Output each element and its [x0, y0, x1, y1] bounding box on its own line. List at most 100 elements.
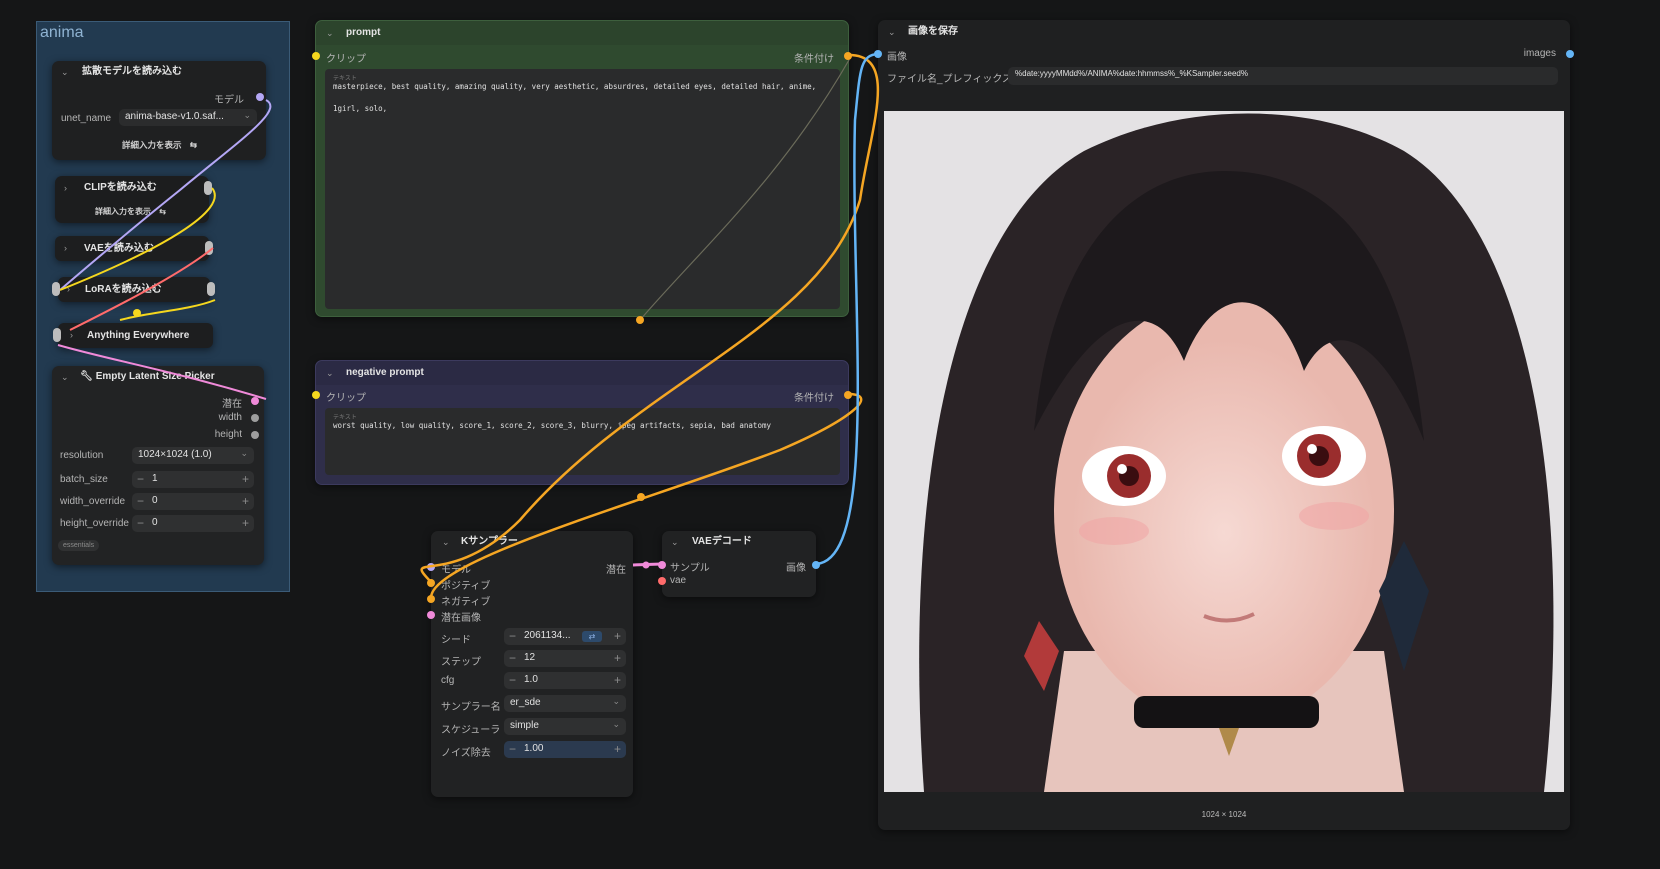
- node-header[interactable]: › VAEを読み込む: [55, 236, 209, 261]
- input-label-vae: vae: [670, 575, 687, 586]
- node-header[interactable]: ⌄ negative prompt: [316, 361, 848, 385]
- input-socket-model[interactable]: [427, 563, 435, 571]
- input-label-positive: ポジティブ: [441, 581, 491, 592]
- chevron-down-icon[interactable]: ⌄: [888, 20, 896, 44]
- resolution-select[interactable]: 1024×1024 (1.0) ⌄: [132, 447, 254, 464]
- chevron-down-icon[interactable]: ⌄: [442, 531, 450, 553]
- decrement-icon[interactable]: −: [509, 629, 516, 643]
- group-title: anima: [40, 24, 84, 41]
- shuffle-icon[interactable]: ⇄: [582, 631, 602, 642]
- input-socket-negative[interactable]: [427, 595, 435, 603]
- increment-icon[interactable]: +: [614, 651, 621, 665]
- seed-value: 2061134...: [524, 630, 571, 641]
- batch-size-stepper[interactable]: − 1 +: [132, 471, 254, 488]
- decrement-icon[interactable]: −: [509, 673, 516, 687]
- input-label-image: 画像: [887, 52, 907, 63]
- chevron-down-icon[interactable]: ⌄: [326, 21, 334, 45]
- wrench-icon: 🔧︎: [80, 371, 93, 382]
- chevron-right-icon[interactable]: ›: [67, 277, 70, 302]
- input-socket-clip[interactable]: [312, 52, 320, 60]
- node-lora-loader[interactable]: › LoRAを読み込む: [58, 277, 210, 302]
- node-header[interactable]: › Anything Everywhere: [58, 323, 213, 348]
- input-socket-clip[interactable]: [312, 391, 320, 399]
- cfg-stepper[interactable]: − 1.0 +: [504, 672, 626, 689]
- output-socket-clip[interactable]: [204, 181, 212, 195]
- output-socket-vae[interactable]: [205, 241, 213, 255]
- output-socket-height[interactable]: [251, 431, 259, 439]
- node-ksampler[interactable]: ⌄ Kサンプラー モデル ポジティブ ネガティブ 潜在画像 潜在 シード − 2…: [427, 531, 633, 797]
- field-label-unet-name: unet_name: [61, 113, 112, 124]
- increment-icon[interactable]: +: [614, 742, 621, 756]
- input-socket-positive[interactable]: [427, 579, 435, 587]
- output-label-conditioning: 条件付け: [794, 54, 834, 65]
- chevron-right-icon[interactable]: ›: [70, 323, 73, 348]
- chevron-down-icon: ⌄: [240, 448, 248, 458]
- height-override-stepper[interactable]: − 0 +: [132, 515, 254, 532]
- increment-icon[interactable]: +: [614, 673, 621, 687]
- chevron-right-icon[interactable]: ›: [64, 176, 67, 200]
- input-socket-lora[interactable]: [52, 282, 60, 296]
- decrement-icon[interactable]: −: [509, 651, 516, 665]
- chevron-down-icon[interactable]: ⌄: [61, 366, 69, 388]
- node-vae-decode[interactable]: ⌄ VAEデコード サンプル vae 画像: [658, 531, 820, 597]
- chevron-right-icon[interactable]: ›: [64, 236, 67, 261]
- output-socket-latent[interactable]: [251, 397, 259, 405]
- chevron-down-icon[interactable]: ⌄: [326, 361, 334, 385]
- unet-name-select[interactable]: anima-base-v1.0.saf... ⌄: [119, 109, 257, 126]
- output-socket-images[interactable]: [1566, 50, 1574, 58]
- node-header[interactable]: › LoRAを読み込む: [58, 277, 210, 302]
- node-header[interactable]: ⌄ 画像を保存: [878, 20, 1570, 44]
- output-socket-conditioning[interactable]: [844, 52, 852, 60]
- scheduler-select[interactable]: simple ⌄: [504, 718, 626, 735]
- chevron-down-icon[interactable]: ⌄: [671, 531, 679, 553]
- node-clip-loader[interactable]: › CLIPを読み込む 詳細入力を表示 ⇆: [55, 176, 209, 223]
- denoise-slider[interactable]: − 1.00 +: [504, 741, 626, 758]
- prompt-textarea[interactable]: テキスト masterpiece, best quality, amazing …: [325, 69, 840, 309]
- increment-icon[interactable]: +: [242, 494, 249, 508]
- output-socket-width[interactable]: [251, 414, 259, 422]
- decrement-icon[interactable]: −: [509, 742, 516, 756]
- width-override-value: 0: [152, 495, 158, 506]
- field-label-denoise: ノイズ除去: [441, 748, 491, 759]
- chevron-down-icon[interactable]: ⌄: [61, 61, 69, 83]
- node-empty-latent-size-picker[interactable]: ⌄ 🔧︎ Empty Latent Size Picker 潜在 width he…: [52, 366, 264, 565]
- node-header[interactable]: › CLIPを読み込む: [55, 176, 209, 200]
- steps-stepper[interactable]: − 12 +: [504, 650, 626, 667]
- decrement-icon[interactable]: −: [137, 516, 144, 530]
- node-negative-prompt[interactable]: ⌄ negative prompt クリップ 条件付け テキスト worst q…: [312, 360, 852, 485]
- decrement-icon[interactable]: −: [137, 472, 144, 486]
- filename-prefix-input[interactable]: %date:yyyyMMdd%/ANIMA%date:hhmmss%_%KSam…: [1008, 67, 1558, 85]
- node-save-image[interactable]: ⌄ 画像を保存 画像 images ファイル名_プレフィックス %date:yy…: [874, 20, 1574, 830]
- negative-prompt-textarea[interactable]: テキスト worst quality, low quality, score_1…: [325, 408, 840, 475]
- input-socket-vae[interactable]: [658, 577, 666, 585]
- node-header[interactable]: ⌄ Kサンプラー: [431, 531, 633, 553]
- node-prompt[interactable]: ⌄ prompt クリップ 条件付け テキスト masterpiece, bes…: [312, 20, 852, 317]
- increment-icon[interactable]: +: [614, 629, 621, 643]
- node-header[interactable]: ⌄ 拡散モデルを読み込む: [52, 61, 266, 83]
- input-socket-samples[interactable]: [658, 561, 666, 569]
- node-header[interactable]: ⌄ prompt: [316, 21, 848, 45]
- output-socket-lora[interactable]: [207, 282, 215, 296]
- seed-stepper[interactable]: − 2061134... ⇄ +: [504, 628, 626, 645]
- generated-image[interactable]: [884, 111, 1564, 792]
- output-socket-conditioning[interactable]: [844, 391, 852, 399]
- width-override-stepper[interactable]: − 0 +: [132, 493, 254, 510]
- show-details-button[interactable]: 詳細入力を表示 ⇆: [122, 139, 197, 151]
- node-diffusion-model[interactable]: ⌄ 拡散モデルを読み込む モデル unet_name anima-base-v1…: [52, 61, 266, 160]
- increment-icon[interactable]: +: [242, 472, 249, 486]
- show-details-button[interactable]: 詳細入力を表示 ⇆: [95, 206, 166, 217]
- increment-icon[interactable]: +: [242, 516, 249, 530]
- node-header[interactable]: ⌄ VAEデコード: [662, 531, 816, 553]
- sampler-select[interactable]: er_sde ⌄: [504, 695, 626, 712]
- output-label-height: height: [214, 429, 242, 440]
- input-socket-latent-image[interactable]: [427, 611, 435, 619]
- input-socket-anything[interactable]: [53, 328, 61, 342]
- node-header[interactable]: ⌄ 🔧︎ Empty Latent Size Picker: [52, 366, 264, 388]
- input-socket-image[interactable]: [874, 50, 882, 58]
- output-socket-model[interactable]: [256, 93, 264, 101]
- output-socket-image[interactable]: [812, 561, 820, 569]
- node-title: CLIPを読み込む: [84, 182, 157, 193]
- node-vae-loader[interactable]: › VAEを読み込む: [55, 236, 209, 261]
- node-anything-everywhere[interactable]: › Anything Everywhere: [58, 323, 213, 348]
- decrement-icon[interactable]: −: [137, 494, 144, 508]
